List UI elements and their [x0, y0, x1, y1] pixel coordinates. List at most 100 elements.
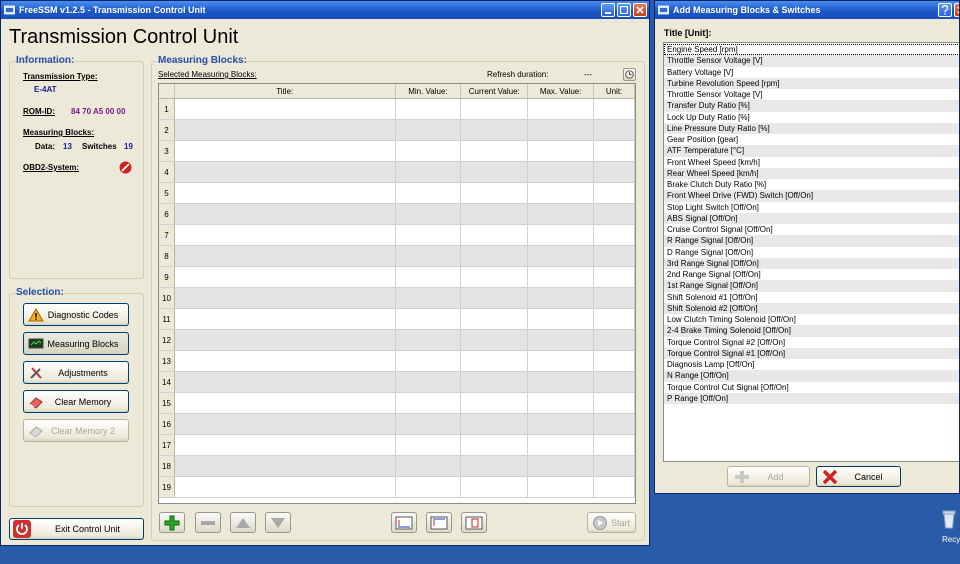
- list-item[interactable]: ATF Temperature [°C]: [664, 145, 959, 157]
- table-cell[interactable]: [528, 477, 595, 497]
- table-row[interactable]: 14: [159, 372, 635, 393]
- table-cell[interactable]: [395, 120, 462, 140]
- table-cell[interactable]: [528, 456, 595, 476]
- diagnostic-codes-button[interactable]: Diagnostic Codes: [23, 303, 129, 326]
- table-cell[interactable]: [594, 183, 635, 203]
- table-cell[interactable]: [594, 477, 635, 497]
- table-cell[interactable]: [174, 141, 396, 161]
- table-cell[interactable]: [461, 267, 529, 287]
- table-cell[interactable]: [528, 351, 595, 371]
- table-cell[interactable]: [594, 246, 635, 266]
- table-cell[interactable]: [461, 351, 529, 371]
- table-cell[interactable]: [395, 246, 462, 266]
- table-cell[interactable]: [174, 309, 396, 329]
- table-cell[interactable]: [174, 414, 396, 434]
- list-item[interactable]: Shift Solenoid #2 [Off/On]: [664, 302, 959, 314]
- table-cell[interactable]: [395, 99, 462, 119]
- table-row[interactable]: 16: [159, 414, 635, 435]
- list-item[interactable]: Stop Light Switch [Off/On]: [664, 202, 959, 213]
- list-item[interactable]: Gear Position [gear]: [664, 134, 959, 145]
- table-cell[interactable]: [395, 309, 462, 329]
- table-cell[interactable]: [174, 330, 396, 350]
- table-cell[interactable]: [174, 162, 396, 182]
- table-cell[interactable]: [461, 393, 529, 413]
- table-cell[interactable]: [461, 372, 529, 392]
- list-item[interactable]: Front Wheel Drive (FWD) Switch [Off/On]: [664, 190, 959, 202]
- table-cell[interactable]: [174, 372, 396, 392]
- table-cell[interactable]: [528, 183, 595, 203]
- table-cell[interactable]: [174, 225, 396, 245]
- list-item[interactable]: Torque Control Signal #1 [Off/On]: [664, 347, 959, 359]
- recycle-bin-icon[interactable]: [938, 508, 960, 530]
- list-item[interactable]: ABS Signal [Off/On]: [664, 212, 959, 224]
- list-item[interactable]: P Range [Off/On]: [664, 392, 959, 404]
- table-row[interactable]: 10: [159, 288, 635, 309]
- table-cell[interactable]: [174, 99, 396, 119]
- table-cell[interactable]: [594, 372, 635, 392]
- table-cell[interactable]: [594, 456, 635, 476]
- table-cell[interactable]: [174, 351, 396, 371]
- table-row[interactable]: 11: [159, 309, 635, 330]
- table-row[interactable]: 3: [159, 141, 635, 162]
- table-cell[interactable]: [461, 456, 529, 476]
- list-item[interactable]: Diagnosis Lamp [Off/On]: [664, 359, 959, 370]
- list-item[interactable]: 1st Range Signal [Off/On]: [664, 280, 959, 292]
- table-cell[interactable]: [528, 204, 595, 224]
- table-cell[interactable]: [594, 309, 635, 329]
- clear-memory-2-button[interactable]: Clear Memory 2: [23, 419, 129, 442]
- table-cell[interactable]: [461, 435, 529, 455]
- table-cell[interactable]: [174, 393, 396, 413]
- table-cell[interactable]: [528, 288, 595, 308]
- table-cell[interactable]: [395, 141, 462, 161]
- table-row[interactable]: 13: [159, 351, 635, 372]
- help-button[interactable]: [938, 3, 952, 17]
- list-item[interactable]: Shift Solenoid #1 [Off/On]: [664, 292, 959, 303]
- adjustments-button[interactable]: Adjustments: [23, 361, 129, 384]
- move-down-button[interactable]: [265, 512, 291, 533]
- table-cell[interactable]: [174, 456, 396, 476]
- table-cell[interactable]: [594, 288, 635, 308]
- table-cell[interactable]: [174, 120, 396, 140]
- table-cell[interactable]: [461, 120, 529, 140]
- list-item[interactable]: Front Wheel Speed [km/h]: [664, 157, 959, 168]
- table-row[interactable]: 1: [159, 99, 635, 120]
- main-titlebar[interactable]: FreeSSM v1.2.5 - Transmission Control Un…: [1, 1, 649, 19]
- table-cell[interactable]: [528, 162, 595, 182]
- list-item[interactable]: Lock Up Duty Ratio [%]: [664, 112, 959, 123]
- range-reset-button[interactable]: [461, 512, 487, 533]
- list-item[interactable]: Rear Wheel Speed [km/h]: [664, 167, 959, 179]
- table-cell[interactable]: [594, 351, 635, 371]
- table-cell[interactable]: [395, 477, 462, 497]
- table-cell[interactable]: [174, 477, 396, 497]
- table-cell[interactable]: [528, 309, 595, 329]
- min-value-reset-button[interactable]: [391, 512, 417, 533]
- table-cell[interactable]: [461, 204, 529, 224]
- table-row[interactable]: 8: [159, 246, 635, 267]
- list-item[interactable]: Throttle Sensor Voltage [V]: [664, 89, 959, 100]
- table-cell[interactable]: [395, 372, 462, 392]
- list-item[interactable]: Brake Clutch Duty Ratio [%]: [664, 179, 959, 190]
- measuring-blocks-button[interactable]: Measuring Blocks: [23, 332, 129, 355]
- list-item[interactable]: Line Pressure Duty Ratio [%]: [664, 122, 959, 134]
- table-row[interactable]: 6: [159, 204, 635, 225]
- move-up-button[interactable]: [230, 512, 256, 533]
- table-cell[interactable]: [594, 204, 635, 224]
- exit-control-unit-button[interactable]: Exit Control Unit: [9, 518, 144, 540]
- table-cell[interactable]: [174, 246, 396, 266]
- list-item[interactable]: 3rd Range Signal [Off/On]: [664, 257, 959, 269]
- table-cell[interactable]: [174, 267, 396, 287]
- list-item[interactable]: R Range Signal [Off/On]: [664, 235, 959, 247]
- list-item[interactable]: 2nd Range Signal [Off/On]: [664, 269, 959, 280]
- cancel-button[interactable]: Cancel: [816, 466, 901, 487]
- table-cell[interactable]: [528, 120, 595, 140]
- table-cell[interactable]: [395, 351, 462, 371]
- minimize-button[interactable]: [601, 3, 615, 17]
- table-cell[interactable]: [594, 393, 635, 413]
- close-button[interactable]: [633, 3, 647, 17]
- list-item[interactable]: Torque Control Signal #2 [Off/On]: [664, 337, 959, 348]
- dialog-close-button[interactable]: [954, 3, 959, 17]
- list-item[interactable]: Throttle Sensor Voltage [V]: [664, 55, 959, 67]
- table-cell[interactable]: [528, 372, 595, 392]
- table-cell[interactable]: [594, 225, 635, 245]
- table-cell[interactable]: [461, 288, 529, 308]
